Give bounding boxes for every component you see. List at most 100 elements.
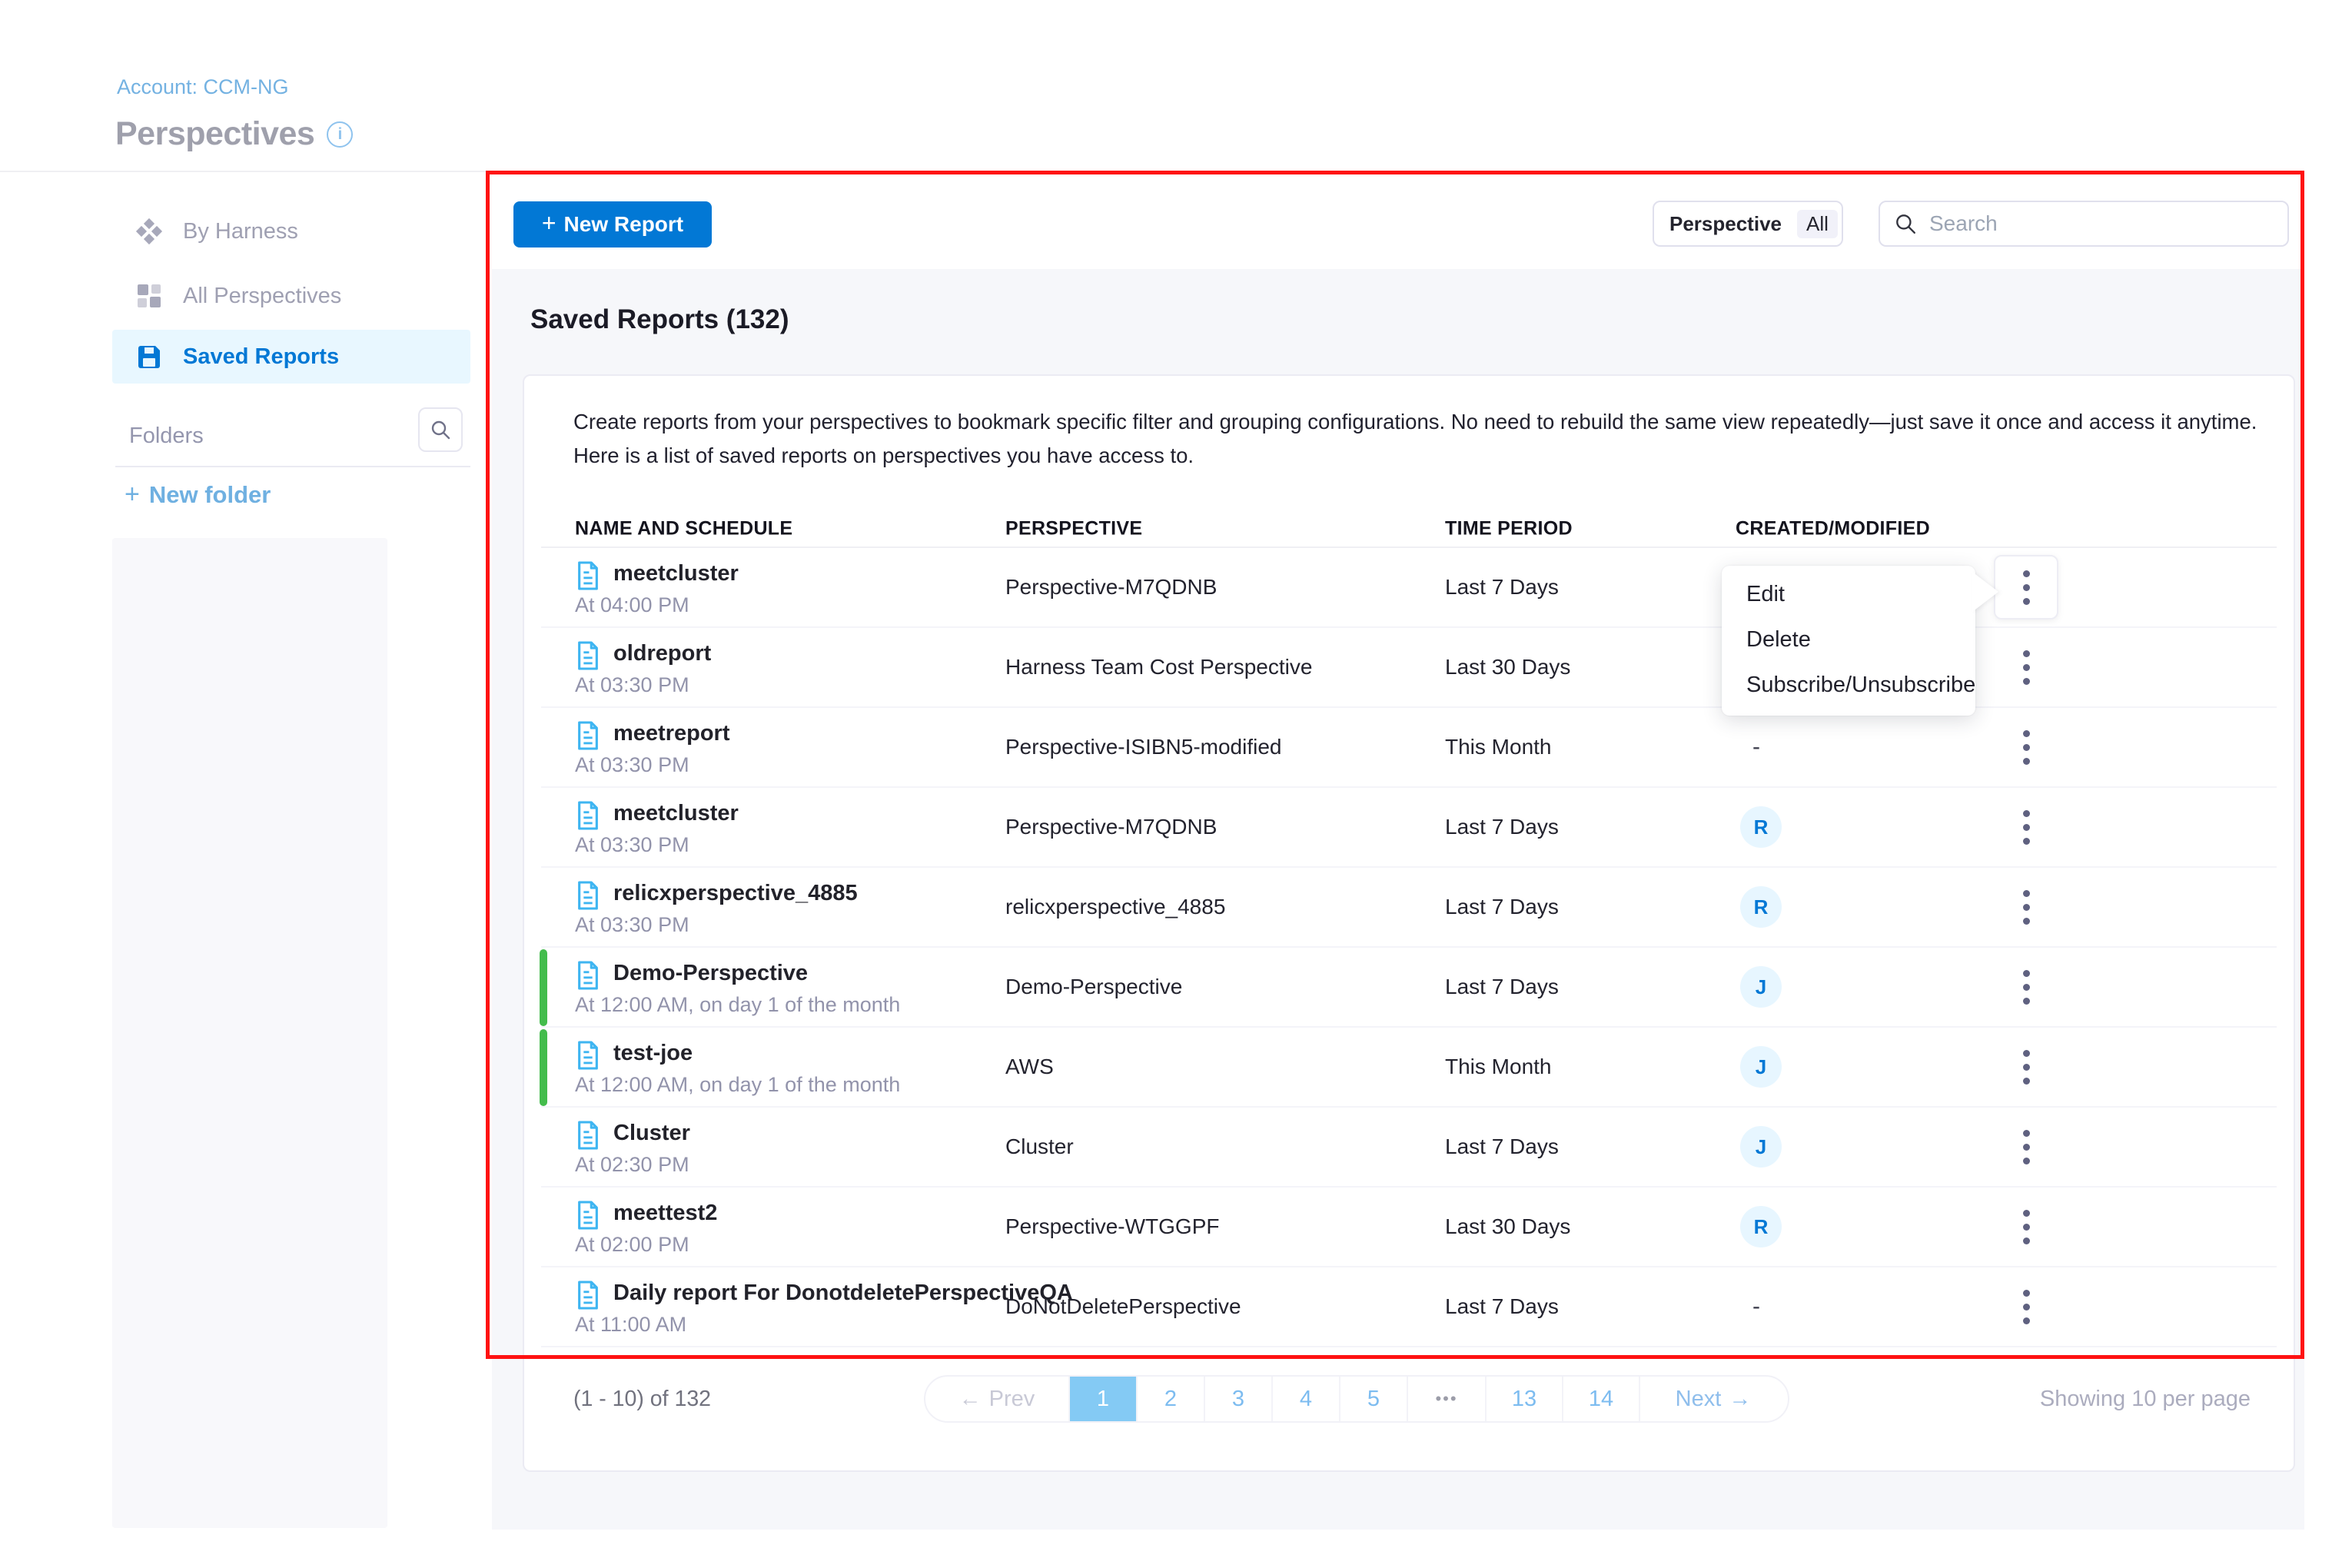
report-time-period: This Month [1445,1055,1552,1079]
report-time-period: This Month [1445,735,1552,759]
kebab-menu-button[interactable] [2005,1194,2047,1259]
search-input[interactable] [1929,211,2237,236]
report-time-period: Last 7 Days [1445,1134,1559,1159]
sidebar-item-saved-reports[interactable]: Saved Reports [112,330,470,384]
report-perspective: Harness Team Cost Perspective [1005,655,1312,679]
report-doc-icon [575,1280,601,1311]
page-button-2[interactable]: 2 [1136,1377,1204,1421]
right-arrow-icon: → [1729,1387,1751,1412]
report-schedule: At 02:30 PM [575,1153,689,1177]
report-schedule: At 04:00 PM [575,593,689,617]
sidebar-item-by-harness[interactable]: By Harness [112,209,470,254]
report-doc-icon [575,880,601,911]
table-row[interactable]: meettest2 At 02:00 PM Perspective-WTGGPF… [541,1188,2277,1267]
created-badge: - [1752,734,1760,760]
per-page-label: Showing 10 per page [2040,1375,2251,1423]
search-field[interactable] [1879,201,2289,247]
info-icon[interactable]: i [327,121,353,148]
perspective-filter-select[interactable]: Perspective All [1653,201,1843,247]
created-badge: - [1752,1294,1760,1320]
row-context-menu: Edit Delete Subscribe/Unsubscribe [1722,566,1975,716]
report-perspective: AWS [1005,1055,1054,1079]
plus-icon: + [125,480,140,510]
table-row[interactable]: meetreport At 03:30 PM Perspective-ISIBN… [541,708,2277,788]
report-perspective: Perspective-ISIBN5-modified [1005,735,1281,759]
report-schedule: At 12:00 AM, on day 1 of the month [575,993,900,1017]
table-row[interactable]: meetcluster At 03:30 PM Perspective-M7QD… [541,788,2277,868]
kebab-menu-button[interactable] [1994,555,2058,620]
kebab-menu-button[interactable] [2005,795,2047,859]
page-title: Perspectives [115,115,314,153]
table-row[interactable]: meetcluster At 04:00 PM Perspective-M7QD… [541,548,2277,628]
menu-item-subscribe[interactable]: Subscribe/Unsubscribe [1722,663,1975,708]
report-doc-icon [575,720,601,751]
report-schedule: At 03:30 PM [575,913,689,937]
table-row[interactable]: oldreport At 03:30 PM Harness Team Cost … [541,628,2277,708]
kebab-menu-button[interactable] [2005,1115,2047,1179]
plus-icon: + [542,209,556,238]
kebab-menu-button[interactable] [2005,1274,2047,1339]
sidebar-item-all-perspectives[interactable]: All Perspectives [112,274,470,318]
table-row[interactable]: Cluster At 02:30 PM Cluster Last 7 Days … [541,1108,2277,1188]
report-name: meetcluster [613,561,739,586]
page-button-14[interactable]: 14 [1562,1377,1639,1421]
report-perspective: DoNotDeletePerspective [1005,1294,1241,1319]
table-row[interactable]: Daily report For DonotdeletePerspectiveQ… [541,1267,2277,1347]
report-name: meetcluster [613,801,739,826]
created-badge: R [1740,1206,1782,1247]
created-badge: J [1740,1126,1782,1168]
column-name-and-schedule: NAME AND SCHEDULE [575,518,792,540]
report-perspective: Cluster [1005,1134,1074,1159]
header-divider [0,171,489,172]
new-folder-button[interactable]: + New folder [125,480,271,510]
report-time-period: Last 7 Days [1445,895,1559,919]
accent-bar [540,949,547,1026]
page-button-5[interactable]: 5 [1339,1377,1407,1421]
report-time-period: Last 7 Days [1445,1294,1559,1319]
account-breadcrumb[interactable]: Account: CCM-NG [117,75,289,99]
table-row[interactable]: relicxperspective_4885 At 03:30 PM relic… [541,868,2277,948]
report-name: test-joe [613,1041,693,1066]
report-doc-icon [575,1120,601,1151]
table-row[interactable]: Demo-Perspective At 12:00 AM, on day 1 o… [541,948,2277,1028]
table-body: meetcluster At 04:00 PM Perspective-M7QD… [541,548,2277,1347]
new-folder-label: New folder [149,481,271,509]
menu-item-delete[interactable]: Delete [1722,617,1975,663]
folders-search-button[interactable] [418,407,463,452]
page-button-3[interactable]: 3 [1204,1377,1271,1421]
sidebar-item-label: All Perspectives [183,284,341,309]
column-perspective: PERSPECTIVE [1005,518,1142,540]
created-badge: R [1740,886,1782,928]
table-row[interactable]: test-joe At 12:00 AM, on day 1 of the mo… [541,1028,2277,1108]
report-name: meettest2 [613,1201,717,1226]
kebab-menu-button[interactable] [2005,715,2047,779]
filter-value-chip: All [1797,210,1838,238]
menu-item-edit[interactable]: Edit [1722,572,1975,617]
report-time-period: Last 30 Days [1445,655,1570,679]
report-name: relicxperspective_4885 [613,881,858,906]
report-perspective: Perspective-M7QDNB [1005,815,1217,839]
page-button-4[interactable]: 4 [1271,1377,1339,1421]
kebab-menu-button[interactable] [2005,635,2047,699]
saved-reports-card: Create reports from your perspectives to… [523,374,2295,1472]
report-doc-icon [575,960,601,991]
created-badge: J [1740,966,1782,1008]
report-doc-icon [575,560,601,591]
column-created-modified: CREATED/MODIFIED [1736,518,1930,540]
kebab-menu-button[interactable] [2005,1035,2047,1099]
report-schedule: At 03:30 PM [575,833,689,857]
floppy-save-icon [135,343,163,370]
report-doc-icon [575,1040,601,1071]
page-button-13[interactable]: 13 [1485,1377,1562,1421]
prev-page-button[interactable]: ← Prev [925,1377,1068,1421]
kebab-menu-button[interactable] [2005,955,2047,1019]
report-perspective: Perspective-M7QDNB [1005,575,1217,600]
next-page-button[interactable]: Next → [1639,1377,1786,1421]
new-report-button[interactable]: + New Report [513,201,712,247]
page-button-1[interactable]: 1 [1068,1377,1136,1421]
report-time-period: Last 7 Days [1445,975,1559,999]
kebab-menu-button[interactable] [2005,875,2047,939]
report-schedule: At 11:00 AM [575,1313,686,1337]
created-badge: R [1740,806,1782,848]
new-report-label: New Report [564,212,684,237]
